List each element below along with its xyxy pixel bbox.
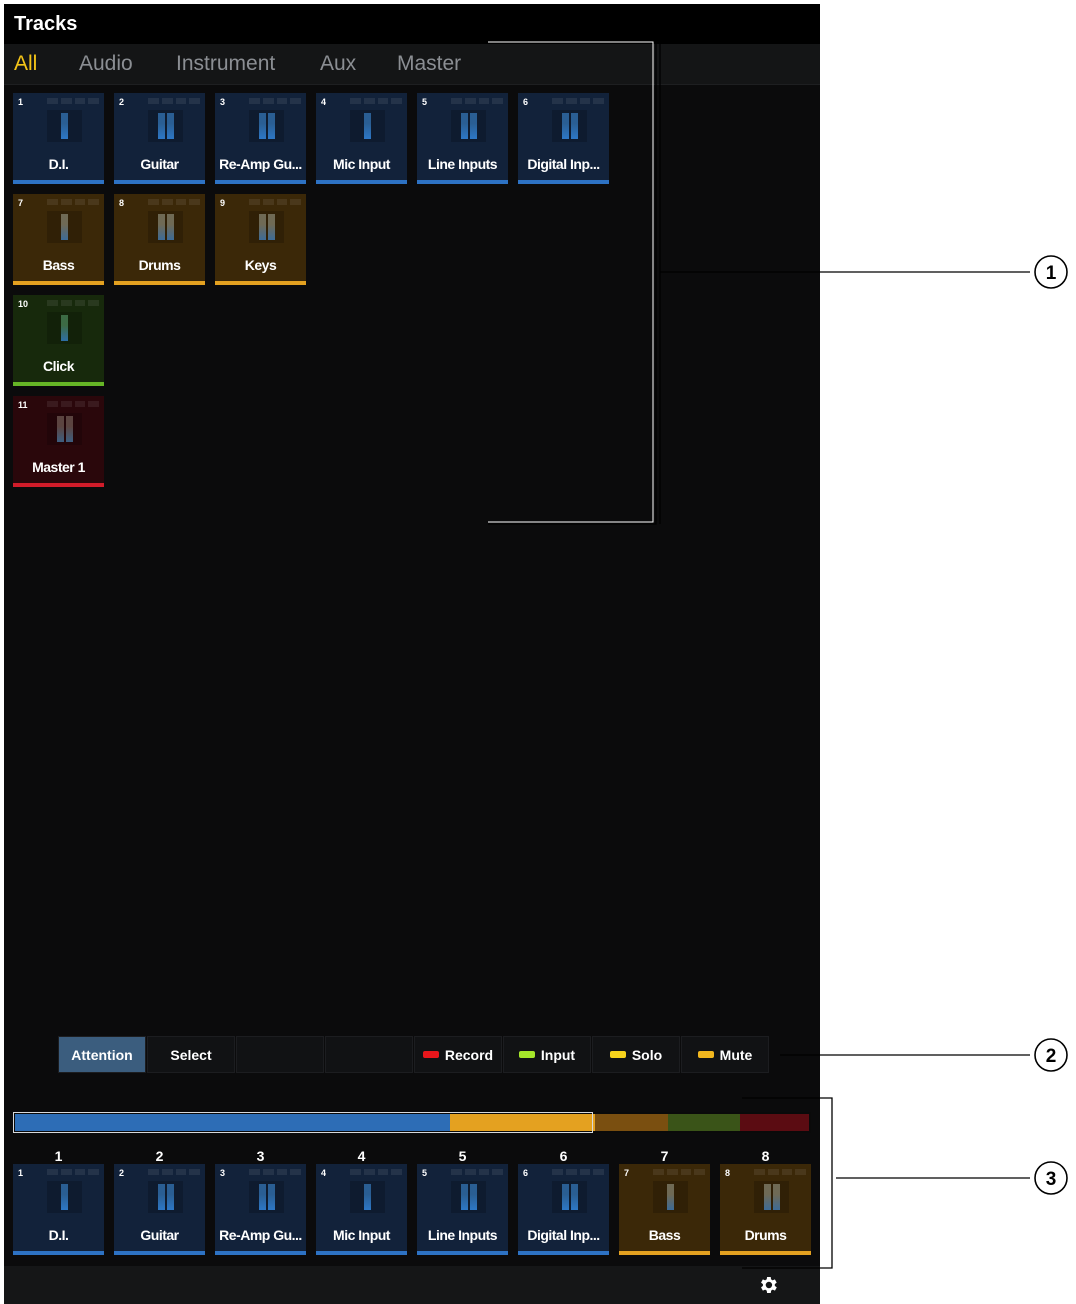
callout-number-3: 3 <box>1046 1169 1057 1190</box>
callout-bracket-3 <box>742 1097 1030 1269</box>
callout-marker-2: 2 <box>1034 1038 1068 1072</box>
callout-number-2: 2 <box>1046 1046 1057 1067</box>
callout-annotations: 1 2 3 <box>488 39 1068 1269</box>
callout-bracket-1 <box>488 39 1030 525</box>
callout-bracket-1-highlight <box>488 41 654 523</box>
callout-marker-3: 3 <box>1034 1161 1068 1195</box>
callout-number-1: 1 <box>1046 263 1057 284</box>
callout-marker-1: 1 <box>1034 255 1068 289</box>
